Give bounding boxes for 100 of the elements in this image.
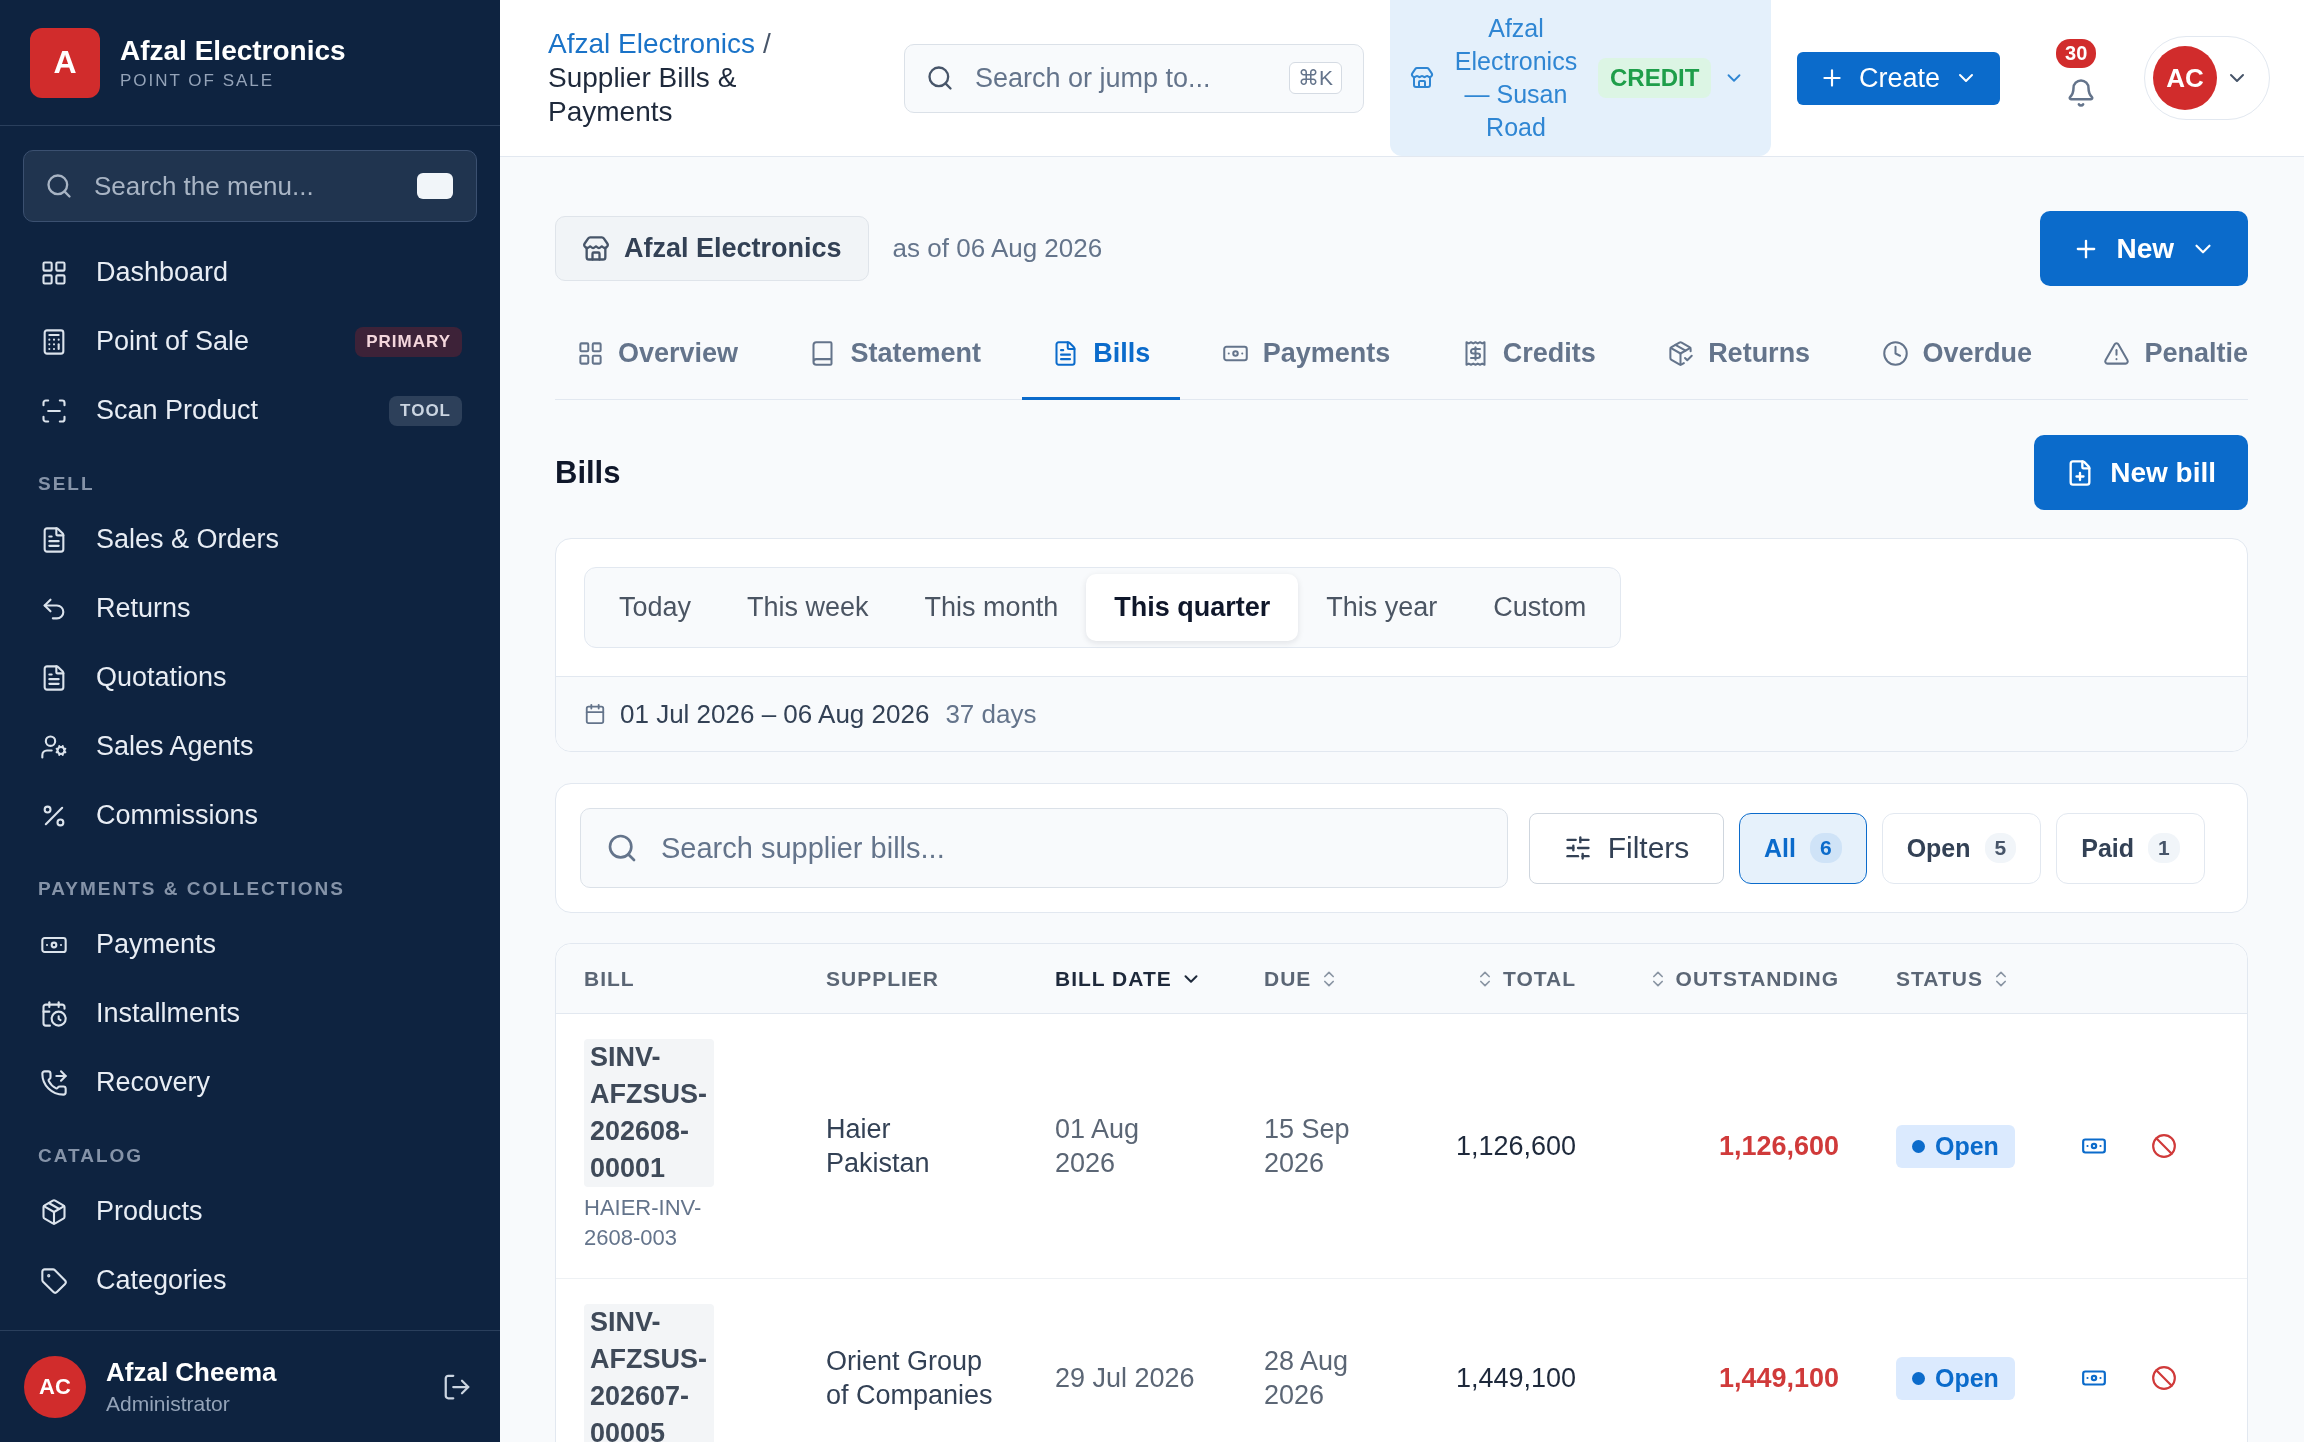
column-header: SUPPLIER — [826, 966, 940, 991]
section-label: CATALOG — [38, 1144, 145, 1168]
nav-item[interactable]: Commissions — [0, 781, 500, 850]
box-icon — [40, 1197, 68, 1226]
user-name: Afzal Cheema — [106, 1357, 278, 1388]
section-label: PAYMENTS & COLLECTIONS — [38, 877, 346, 901]
as-of-date: as of 06 Aug 2026 — [892, 233, 1103, 264]
tab[interactable]: Overview — [547, 310, 769, 400]
sliders-icon — [1563, 834, 1592, 862]
supplier-cell-text: Haier Pakistan — [826, 1113, 931, 1180]
grid-icon — [577, 340, 604, 367]
logo: A — [30, 27, 100, 98]
nav-item[interactable]: Quotations — [0, 643, 500, 712]
nav-item[interactable]: Payments — [0, 910, 500, 979]
tab[interactable]: Credits — [1431, 310, 1626, 400]
period-option[interactable]: Today — [591, 574, 720, 641]
day-count: 37 days — [945, 698, 1037, 730]
outstanding-cell-text: 1,126,600 — [1718, 1130, 1839, 1163]
tab[interactable]: Penaltie — [2073, 310, 2248, 400]
column-header[interactable]: OUTSTANDING — [1647, 966, 1839, 991]
period-option[interactable]: This week — [719, 574, 897, 641]
breadcrumb-link[interactable]: Afzal Electronics — [548, 28, 755, 59]
search-icon — [606, 832, 638, 864]
filter-count: 6 — [1809, 833, 1842, 863]
organization-name: Afzal Electronics — [624, 233, 842, 264]
nav-item[interactable]: Sales Agents — [0, 712, 500, 781]
calendar-icon — [40, 999, 68, 1028]
nav-item[interactable]: Recovery — [0, 1048, 500, 1117]
prohibited-icon — [2151, 1133, 2177, 1159]
bill-date-cell-text: 29 Jul 2026 — [1055, 1362, 1195, 1395]
phone-icon — [40, 1068, 68, 1097]
column-header: BILL — [584, 966, 635, 991]
mode-chip: CREDIT — [1598, 58, 1712, 98]
section-title: Bills — [555, 454, 621, 491]
tab[interactable]: Returns — [1637, 310, 1841, 400]
notification-count: 30 — [2056, 39, 2097, 68]
tab[interactable]: Bills — [1022, 310, 1181, 400]
calendar-icon — [584, 703, 606, 725]
tag-icon — [40, 1266, 68, 1295]
filter-count: 5 — [1984, 833, 2017, 863]
status-chip: Open — [1896, 1124, 2015, 1168]
store-icon — [1410, 66, 1434, 90]
status-filter[interactable]: Open 5 — [1881, 812, 2042, 884]
nav-badge: TOOL — [389, 395, 462, 426]
status-filter[interactable]: All 6 — [1739, 812, 1867, 884]
status-filter[interactable]: Paid 1 — [2056, 812, 2205, 884]
shortcut-hint: ⌘K — [1289, 62, 1342, 94]
period-option[interactable]: This year — [1298, 574, 1466, 641]
page-title: Supplier Bills & Payments — [548, 61, 738, 129]
filter-count: 1 — [2148, 833, 2180, 863]
nav-item[interactable]: Sales & Orders — [0, 505, 500, 574]
outstanding-cell-text: 1,449,100 — [1718, 1362, 1839, 1395]
nav-badge: PRIMARY — [355, 326, 462, 357]
create-button[interactable]: Create — [1797, 51, 2001, 105]
user-role: Administrator — [106, 1392, 231, 1416]
dashboard-icon — [40, 258, 68, 287]
brand-subtitle: POINT OF SALE — [120, 70, 276, 91]
tab[interactable]: Statement — [779, 310, 1011, 400]
nav-item[interactable]: Installments — [0, 979, 500, 1048]
account-menu-button[interactable]: AC — [2144, 36, 2270, 120]
total-cell-text: 1,449,100 — [1455, 1362, 1576, 1395]
period-option[interactable]: This month — [896, 574, 1087, 641]
brand-name: Afzal Electronics — [120, 34, 346, 67]
bill-number[interactable]: SINV-AFZSUS-202607-00005 — [584, 1304, 714, 1442]
avatar: AC — [2153, 46, 2217, 110]
due-date-cell-text: 15 Sep 2026 — [1264, 1113, 1351, 1180]
menu-search-field[interactable]: Search the menu... — [23, 150, 477, 222]
period-option[interactable]: This quarter — [1086, 574, 1299, 641]
status-chip: Open — [1896, 1356, 2015, 1400]
avatar: AC — [24, 1355, 86, 1418]
period-option[interactable]: Custom — [1465, 574, 1615, 641]
new-button[interactable]: New — [2040, 211, 2248, 286]
nav-item[interactable]: Products — [0, 1177, 500, 1246]
keyboard-key-icon — [417, 173, 453, 199]
user-icon — [40, 732, 68, 761]
due-date-cell-text: 28 Aug 2026 — [1264, 1345, 1350, 1412]
breadcrumb: Afzal Electronics / — [548, 27, 772, 61]
section-label: SELL — [38, 472, 96, 496]
nav-item[interactable]: Scan Product TOOL — [0, 376, 500, 445]
column-header[interactable]: TOTAL — [1474, 966, 1576, 991]
tab[interactable]: Overdue — [1851, 310, 2063, 400]
store-icon — [582, 234, 610, 263]
new-bill-button[interactable]: New bill — [2034, 435, 2248, 510]
scan-icon — [40, 396, 68, 425]
filters-button[interactable]: Filters — [1529, 812, 1724, 884]
column-header[interactable]: BILL DATE — [1055, 966, 1202, 991]
nav-item[interactable]: Categories — [0, 1246, 500, 1315]
supplier-cell-text: Orient Group of Companies — [826, 1345, 994, 1412]
clock-icon — [1881, 340, 1909, 367]
bill-number[interactable]: SINV-AFZSUS-202608-00001 — [584, 1039, 714, 1187]
column-header[interactable]: DUE — [1264, 966, 1340, 991]
nav-item[interactable]: Dashboard — [0, 238, 500, 307]
nav-item[interactable]: Point of Sale PRIMARY — [0, 307, 500, 376]
date-range: 01 Jul 2026 – 06 Aug 2026 — [620, 698, 930, 730]
bill-search-field[interactable]: Search supplier bills... — [580, 808, 1508, 888]
search-icon — [45, 172, 73, 200]
bill-date-cell-text: 01 Aug 2026 — [1055, 1113, 1141, 1180]
column-header[interactable]: STATUS — [1896, 966, 2011, 991]
tab[interactable]: Payments — [1191, 310, 1421, 400]
nav-item[interactable]: Returns — [0, 574, 500, 643]
